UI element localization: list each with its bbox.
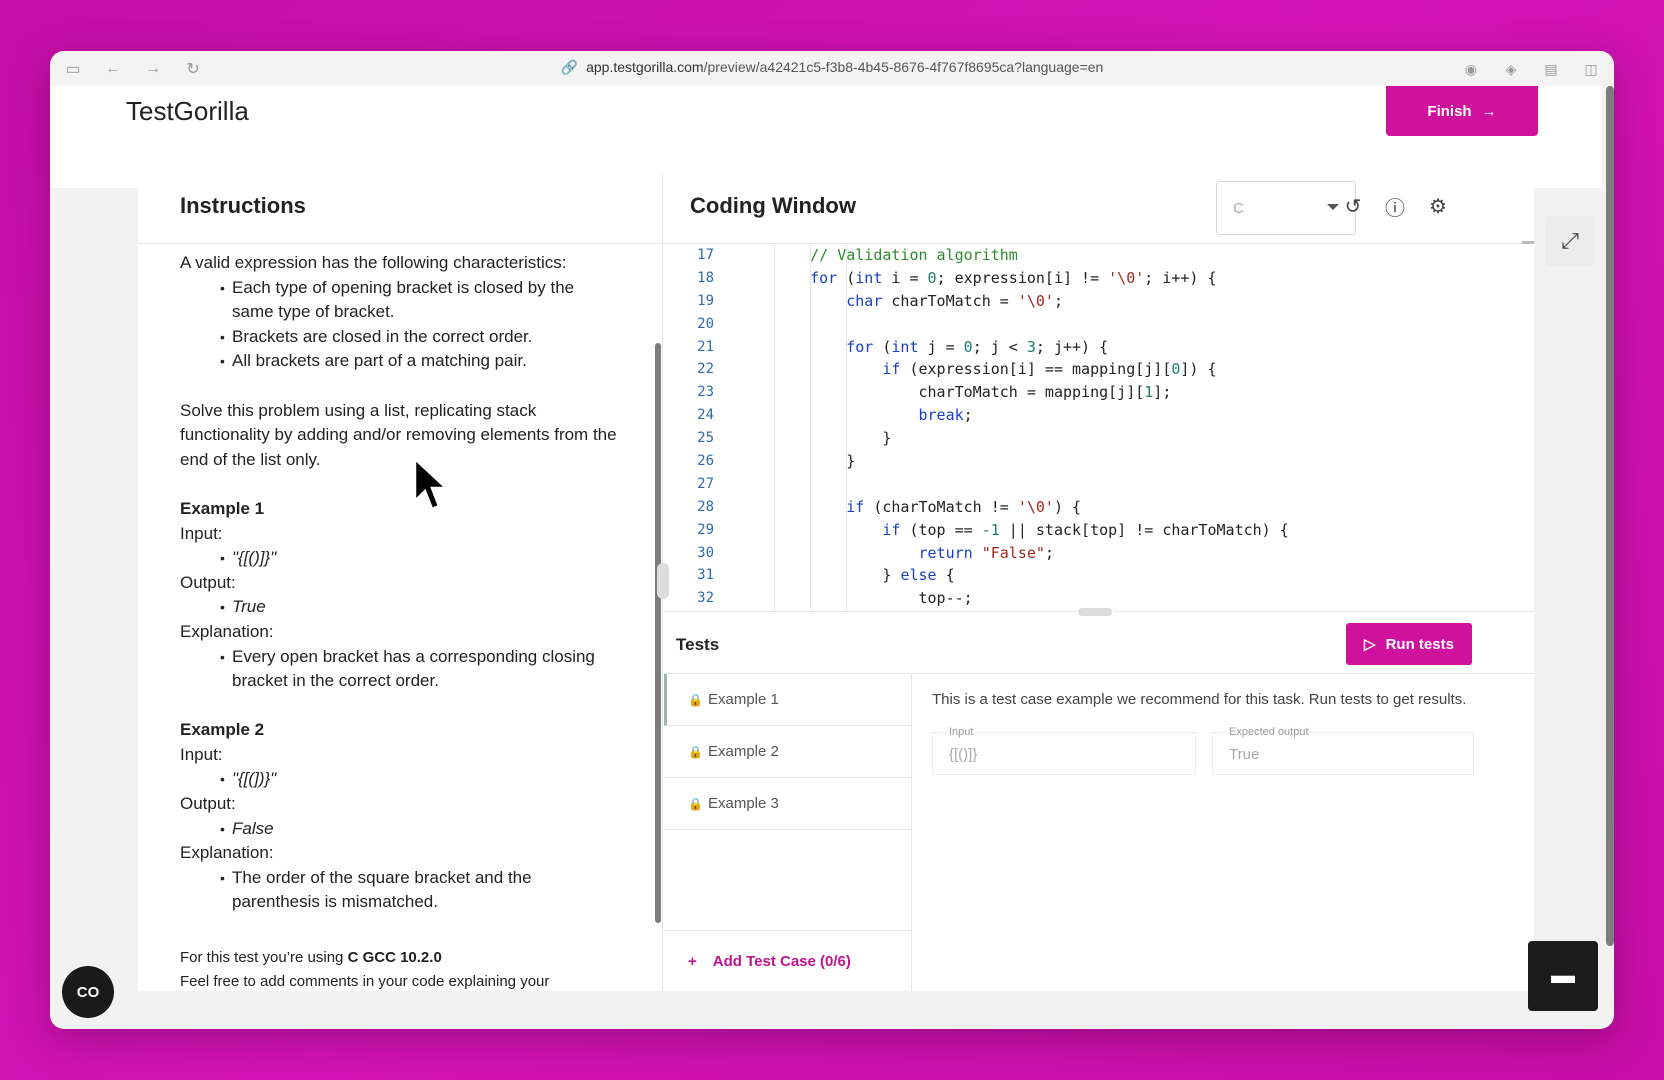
test-case-item[interactable]: 🔒 Example 2	[664, 726, 911, 778]
input-label: Input	[947, 726, 976, 738]
finish-button[interactable]: Finish →	[1386, 86, 1538, 136]
example-1-title: Example 1	[180, 498, 265, 518]
instructions-panel: Instructions A valid expression has the …	[138, 173, 663, 991]
code-editor[interactable]: 17 // Validation algorithm 18 for (int i…	[664, 244, 1530, 612]
test-case-label: Example 1	[708, 691, 779, 708]
reset-icon[interactable]: ↺	[1340, 193, 1366, 219]
editor-scrollbar[interactable]	[1522, 241, 1534, 244]
footer-text: For this test you’re using	[180, 948, 348, 966]
mouse-cursor-icon	[413, 457, 449, 511]
browser-window: ▭ ← → ↻ 🔗 app.testgorilla.com/preview/a42…	[50, 51, 1614, 1029]
example-2-explanation: The order of the square bracket and the …	[220, 866, 620, 915]
coding-title: Coding Window	[690, 193, 856, 218]
plus-icon: +	[688, 952, 697, 970]
play-icon: ▷	[1364, 636, 1376, 653]
accessibility-button[interactable]: CO	[62, 966, 114, 1018]
example-1-explanation: Every open bracket has a corresponding c…	[220, 645, 620, 694]
input-field: Input {[()]}	[932, 726, 1196, 775]
output-label: Output:	[180, 572, 236, 592]
output-label: Output:	[180, 794, 236, 814]
example-1-input: "{[()]}"	[232, 548, 277, 568]
language-version: C GCC 10.2.0	[347, 948, 442, 966]
explanation-label: Explanation:	[180, 843, 274, 863]
settings-icon[interactable]: ⚙	[1425, 193, 1451, 219]
rule-item: All brackets are part of a matching pair…	[220, 349, 620, 374]
instructions-body: A valid expression has the following cha…	[180, 251, 620, 991]
lock-icon: 🔒	[688, 744, 703, 759]
rule-item: Each type of opening bracket is closed b…	[220, 276, 620, 325]
explanation-label: Explanation:	[180, 621, 274, 641]
fullscreen-button[interactable]: ⤢	[1545, 216, 1595, 266]
caret-down-icon	[1327, 204, 1339, 210]
expected-output-field: Expected output True	[1212, 726, 1474, 775]
add-test-case-label: Add Test Case (0/6)	[712, 952, 851, 970]
instructions-scrollbar[interactable]	[655, 343, 661, 923]
example-2-input: "{[(])}"	[232, 769, 277, 789]
language-select[interactable]: C	[1216, 181, 1356, 235]
editor-resize-handle[interactable]	[1076, 606, 1114, 618]
test-case-list: 🔒 Example 1 🔒 Example 2 🔒 Example 3 + Ad…	[664, 674, 912, 991]
intro-text: A valid expression has the following cha…	[180, 253, 567, 272]
lock-icon: 🔒	[688, 692, 703, 707]
run-tests-label: Run tests	[1385, 635, 1454, 653]
footer-cut-text: Feel free to add comments in your code e…	[180, 973, 550, 991]
expand-icon: ⤢	[1561, 228, 1579, 253]
browser-toolbar: ▭ ← → ↻ 🔗 app.testgorilla.com/preview/a42…	[50, 51, 1614, 86]
test-case-item[interactable]: 🔒 Example 3	[664, 778, 911, 830]
input-value: {[()]}	[949, 746, 978, 763]
solve-text: Solve this problem using a list, replica…	[180, 400, 617, 469]
url-host: app.testgorilla.com	[586, 59, 704, 75]
example-1-output: True	[232, 597, 266, 617]
url-path: /preview/a42421c5-f3b8-4b45-8676-4f767f8…	[703, 59, 1104, 75]
coding-panel: Coding Window C ↺ ⓘ ⚙ 17 // Validation a…	[664, 173, 1534, 991]
cc-label: CO	[76, 983, 100, 1001]
chat-button[interactable]: ▬	[1528, 941, 1598, 1011]
reader-icon[interactable]: ▤	[1540, 58, 1562, 80]
test-note: This is a test case example we recommend…	[932, 691, 1467, 708]
grammarly-icon[interactable]: ◉	[1460, 58, 1482, 80]
address-bar[interactable]: 🔗 app.testgorilla.com/preview/a42421c5-f3…	[50, 59, 1614, 76]
input-label: Input:	[180, 523, 223, 543]
lock-icon: 🔒	[688, 796, 703, 811]
instructions-title: Instructions	[180, 193, 306, 218]
rule-item: Brackets are closed in the correct order…	[220, 325, 620, 350]
input-label: Input:	[180, 744, 223, 764]
help-icon[interactable]: ⓘ	[1382, 193, 1408, 220]
page-scrollbar[interactable]	[1606, 86, 1614, 946]
test-case-item[interactable]: 🔒 Example 1	[664, 674, 911, 726]
expected-output-value: True	[1229, 746, 1260, 763]
test-case-label: Example 3	[708, 795, 779, 812]
tests-title: Tests	[676, 635, 720, 654]
chat-icon: ▬	[1551, 962, 1575, 989]
run-tests-button[interactable]: ▷ Run tests	[1346, 623, 1472, 665]
extension-icon[interactable]: ◈	[1500, 58, 1522, 80]
divider	[138, 243, 662, 244]
test-case-label: Example 2	[708, 743, 779, 760]
example-2-output: False	[232, 818, 274, 838]
split-view-icon[interactable]: ◫	[1580, 58, 1602, 80]
language-value: C	[1233, 199, 1244, 217]
test-content: Instructions A valid expression has the …	[138, 173, 1534, 991]
brand-logo: TestGorilla	[126, 96, 249, 126]
arrow-right-icon: →	[1481, 102, 1497, 120]
add-test-case-button[interactable]: + Add Test Case (0/6)	[664, 930, 912, 991]
expected-output-label: Expected output	[1227, 726, 1311, 738]
finish-label: Finish	[1427, 102, 1472, 120]
example-2-title: Example 2	[180, 720, 265, 740]
link-icon: 🔗	[560, 59, 579, 75]
